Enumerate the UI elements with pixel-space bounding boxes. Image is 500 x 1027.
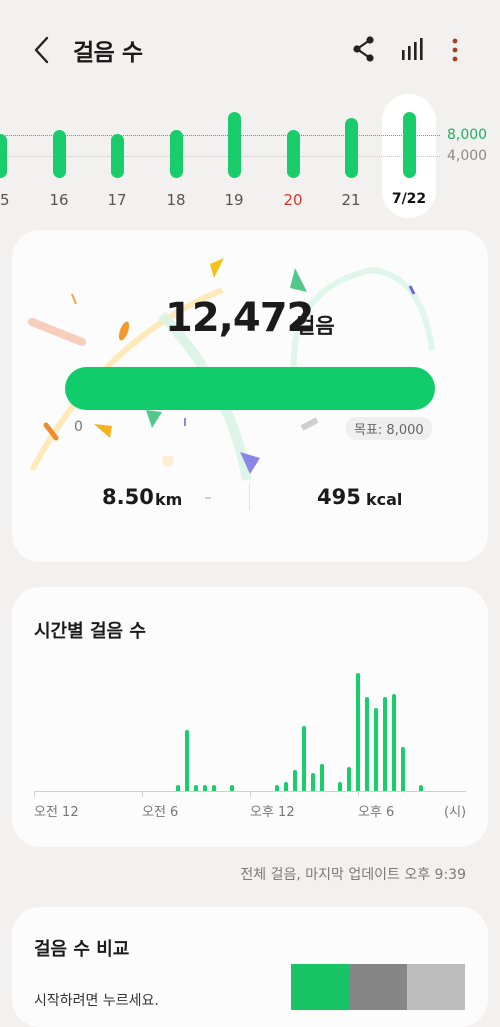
bar-chart-icon	[402, 38, 423, 60]
steps-unit: 걸음	[296, 314, 335, 338]
goal-label: 목표: 8,000	[346, 417, 432, 440]
steps-compare-card[interactable]: 걸음 수 비교 시작하려면 누르세요.	[12, 907, 488, 1027]
day-bar	[111, 134, 124, 178]
compare-title: 걸음 수 비교	[34, 939, 130, 960]
stats-divider	[249, 484, 250, 510]
day-bar	[53, 130, 66, 178]
hourly-bar	[365, 697, 369, 791]
mid-tick-label: 4,000	[447, 148, 488, 164]
calories-unit: kcal	[366, 490, 403, 509]
chart-view-button[interactable]	[398, 36, 426, 64]
steps-progress-bar	[65, 367, 435, 410]
compare-subtitle: 시작하려면 누르세요.	[34, 993, 159, 1009]
hourly-bar	[383, 697, 387, 791]
distance-unit: km	[155, 490, 183, 509]
hourly-bar	[311, 773, 315, 791]
hourly-tick-label: 오전 6	[142, 805, 179, 820]
hourly-bar	[194, 785, 198, 791]
hourly-title: 시간별 걸음 수	[34, 621, 146, 642]
hourly-tick-mark	[142, 791, 143, 797]
hourly-bar	[185, 730, 189, 791]
hourly-bar	[347, 767, 351, 791]
hourly-steps-card[interactable]: 시간별 걸음 수 오전 12 오전 6 오후 12 오후 6 (시)	[12, 587, 488, 847]
hourly-tick-label: 오후 12	[250, 805, 295, 820]
day-bar	[403, 112, 416, 178]
hourly-tick-mark	[34, 791, 35, 797]
day-column-5[interactable]: 20	[273, 108, 313, 218]
hourly-bar	[356, 673, 360, 791]
hourly-tick-mark	[358, 791, 359, 797]
hourly-bar	[419, 785, 423, 791]
compare-block-average	[349, 964, 407, 1010]
back-arrow-icon	[34, 36, 49, 64]
day-label: 21	[341, 191, 361, 209]
more-vertical-icon	[452, 38, 458, 62]
hourly-tick-label: 오전 12	[34, 805, 79, 820]
hourly-bar	[203, 785, 207, 791]
goal-tick-label: 8,000	[447, 127, 488, 143]
day-label: 20	[283, 191, 303, 209]
hourly-bar	[212, 785, 216, 791]
hourly-bar	[302, 726, 306, 791]
day-label: 17	[107, 191, 127, 209]
hourly-bar	[338, 782, 342, 791]
page-title: 걸음 수	[73, 40, 143, 66]
day-bar	[345, 118, 358, 178]
calories-value: 495	[317, 485, 361, 509]
compare-block-me	[291, 964, 349, 1010]
hourly-bar	[284, 782, 288, 791]
hourly-bar	[401, 747, 405, 791]
app-header: 걸음 수	[0, 0, 500, 92]
hourly-bar	[176, 785, 180, 791]
hourly-bar	[392, 694, 396, 791]
compare-block-others	[407, 964, 465, 1010]
steps-count: 12,472	[165, 295, 314, 341]
hourly-bar	[293, 770, 297, 791]
hourly-bar	[320, 764, 324, 791]
day-bar	[0, 134, 7, 178]
day-label: 18	[166, 191, 186, 209]
hourly-bar	[374, 708, 378, 791]
day-column-0[interactable]: 15	[0, 108, 20, 218]
hourly-tick-mark	[250, 791, 251, 797]
day-column-7[interactable]: 7/22	[389, 108, 429, 218]
hourly-bar	[230, 785, 234, 791]
day-bar	[228, 112, 241, 178]
day-bar	[170, 130, 183, 178]
day-column-2[interactable]: 17	[97, 108, 137, 218]
more-options-button[interactable]	[446, 36, 464, 64]
hourly-tick-label: (시)	[444, 805, 467, 820]
day-column-4[interactable]: 19	[214, 108, 254, 218]
day-bar	[287, 130, 300, 178]
distance-value: 8.50	[102, 485, 154, 509]
back-button[interactable]	[28, 32, 58, 68]
day-label: 7/22	[391, 191, 427, 207]
day-column-1[interactable]: 16	[39, 108, 79, 218]
day-label: 16	[49, 191, 69, 209]
day-label: 19	[224, 191, 244, 209]
share-button[interactable]	[350, 34, 378, 64]
update-note: 전체 걸음, 마지막 업데이트 오후 9:39	[240, 867, 466, 883]
hourly-tick-label: 오후 6	[358, 805, 395, 820]
day-label: 15	[0, 191, 10, 209]
day-column-3[interactable]: 18	[156, 108, 196, 218]
day-column-6[interactable]: 21	[331, 108, 371, 218]
hourly-bar	[275, 785, 279, 791]
share-icon	[353, 36, 374, 62]
progress-start-label: 0	[74, 419, 83, 435]
steps-summary-card[interactable]: 12,472 걸음 0 목표: 8,000 8.50 km 495 kcal	[12, 230, 488, 562]
